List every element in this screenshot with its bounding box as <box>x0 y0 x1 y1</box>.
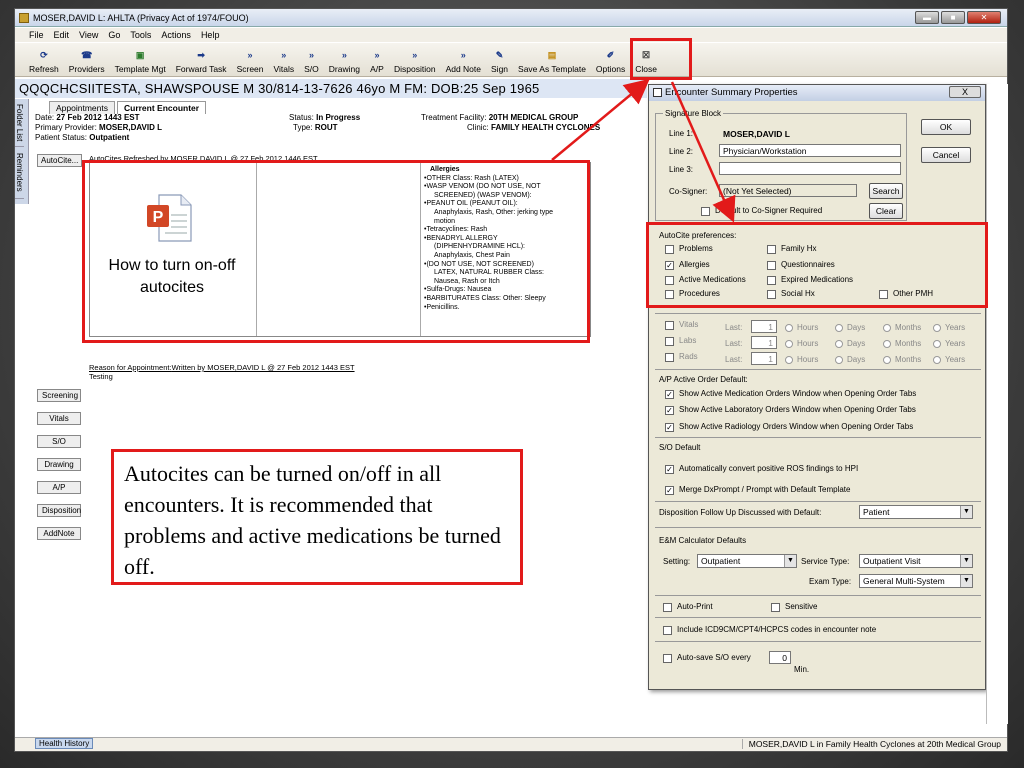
arrow-to-options <box>551 78 650 161</box>
arrow-to-prefs <box>670 81 736 223</box>
annotation-arrows <box>551 78 736 223</box>
